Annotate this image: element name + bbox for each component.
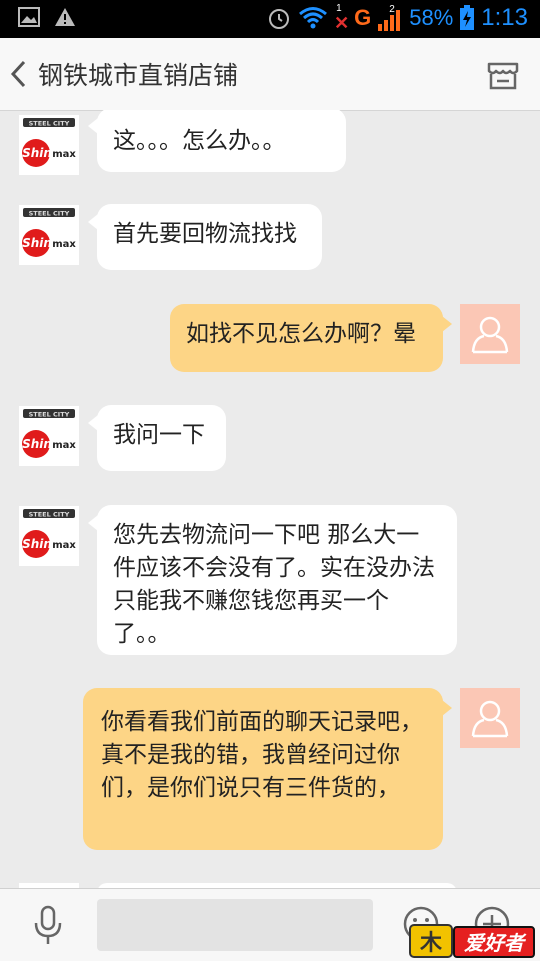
svg-text:STEEL CITY: STEEL CITY <box>29 511 70 519</box>
battery-percent: 58% <box>409 5 454 30</box>
message-input[interactable] <box>97 899 373 951</box>
message-bubble-incoming[interactable]: 我问一下 <box>88 405 226 471</box>
svg-text:max: max <box>52 440 76 451</box>
shop-avatar[interactable]: STEEL CITY Shin max <box>19 506 79 566</box>
shinmax-logo-icon: STEEL CITY Shin max <box>22 409 76 458</box>
no-signal-x-icon: ✕ <box>334 13 350 33</box>
chat-list[interactable]: STEEL CITY Shin max 这。。。怎么办。。 STEEL CITY… <box>0 110 540 888</box>
clock: 1:13 <box>481 4 528 31</box>
shop-avatar[interactable]: STEEL CITY Shin max <box>19 205 79 265</box>
signal-icon <box>378 10 401 31</box>
user-avatar[interactable] <box>460 304 520 364</box>
svg-text:Shin: Shin <box>22 437 52 451</box>
svg-text:STEEL CITY: STEEL CITY <box>29 411 70 419</box>
battery-charging-icon <box>460 5 475 30</box>
warning-icon <box>55 8 75 26</box>
microphone-icon[interactable] <box>30 905 66 945</box>
svg-text:Shin: Shin <box>22 146 52 160</box>
input-bar: 木 爱好者 <box>0 888 540 961</box>
user-avatar[interactable] <box>460 688 520 748</box>
page-title: 钢铁城市直销店铺 <box>38 61 239 90</box>
status-bar: 1 ✕ G 2 58% 1:13 <box>0 0 540 38</box>
message-bubble-outgoing[interactable]: 如找不见怎么办啊？晕 <box>170 304 452 372</box>
svg-text:STEEL CITY: STEEL CITY <box>29 120 70 128</box>
svg-text:Shin: Shin <box>22 236 52 250</box>
watermark-logo: 木 爱好者 <box>409 924 535 958</box>
wifi-icon <box>299 7 328 29</box>
default-user-icon <box>471 700 509 738</box>
svg-text:STEEL CITY: STEEL CITY <box>29 210 70 218</box>
watermark-text: 爱好者 <box>464 931 527 955</box>
shinmax-logo-icon: STEEL CITY Shin max <box>22 208 76 257</box>
svg-text:木: 木 <box>419 931 443 956</box>
default-user-icon <box>471 316 509 354</box>
shinmax-logo-icon: STEEL CITY Shin max <box>22 509 76 558</box>
message-bubble-incoming[interactable]: 这。。。怎么办。。 <box>88 110 346 172</box>
shop-avatar[interactable]: STEEL CITY Shin max <box>19 406 79 466</box>
chevron-left-icon[interactable] <box>8 60 30 88</box>
shop-avatar[interactable]: STEEL CITY Shin max <box>19 115 79 175</box>
store-icon[interactable] <box>486 58 520 92</box>
svg-text:max: max <box>52 149 76 160</box>
image-notification-icon <box>18 7 40 27</box>
svg-text:Shin: Shin <box>22 537 52 551</box>
alarm-icon <box>269 9 290 29</box>
svg-text:max: max <box>52 540 76 551</box>
message-bubble-incoming[interactable]: 首先要回物流找找 <box>88 204 322 270</box>
svg-text:max: max <box>52 239 76 250</box>
title-bar: 钢铁城市直销店铺 <box>0 38 540 111</box>
message-bubble-incoming[interactable]: 您先去物流问一下吧 那么大一件应该不会没有了。实在没办法只能我不赚您钱您再买一个… <box>88 505 457 655</box>
message-bubble-outgoing[interactable]: 你看看我们前面的聊天记录吧，真不是我的错，我曾经问过你们，是你们说只有三件货的， <box>83 688 452 850</box>
shinmax-logo-icon: STEEL CITY Shin max <box>22 118 76 167</box>
network-type: G <box>354 5 372 30</box>
